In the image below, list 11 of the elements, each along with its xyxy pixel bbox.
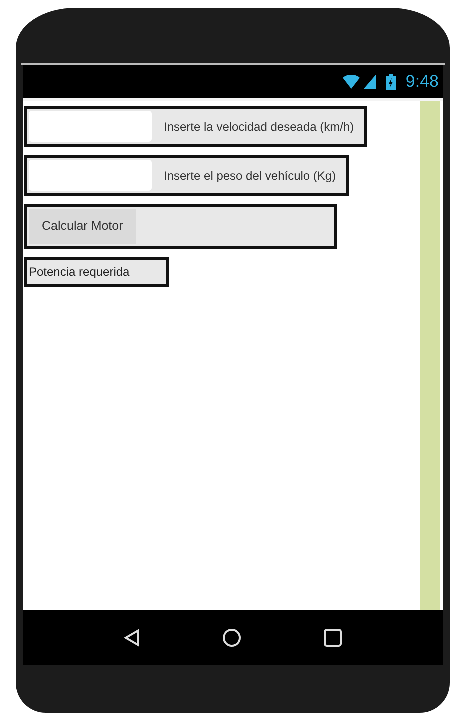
home-icon[interactable] bbox=[222, 628, 242, 648]
result-label: Potencia requerida bbox=[24, 256, 169, 287]
field-label: Inserte la velocidad deseada (km/h) bbox=[164, 118, 354, 136]
calculate-button[interactable]: Calcular Motor bbox=[29, 209, 136, 244]
back-icon[interactable] bbox=[124, 628, 140, 646]
field-label: Inserte el peso del vehículo (Kg) bbox=[164, 168, 336, 184]
battery-icon bbox=[386, 74, 396, 90]
recents-icon[interactable] bbox=[324, 628, 342, 646]
signal-icon bbox=[364, 74, 376, 88]
wifi-icon bbox=[342, 74, 360, 88]
clock-time: 9:48 bbox=[406, 70, 439, 93]
